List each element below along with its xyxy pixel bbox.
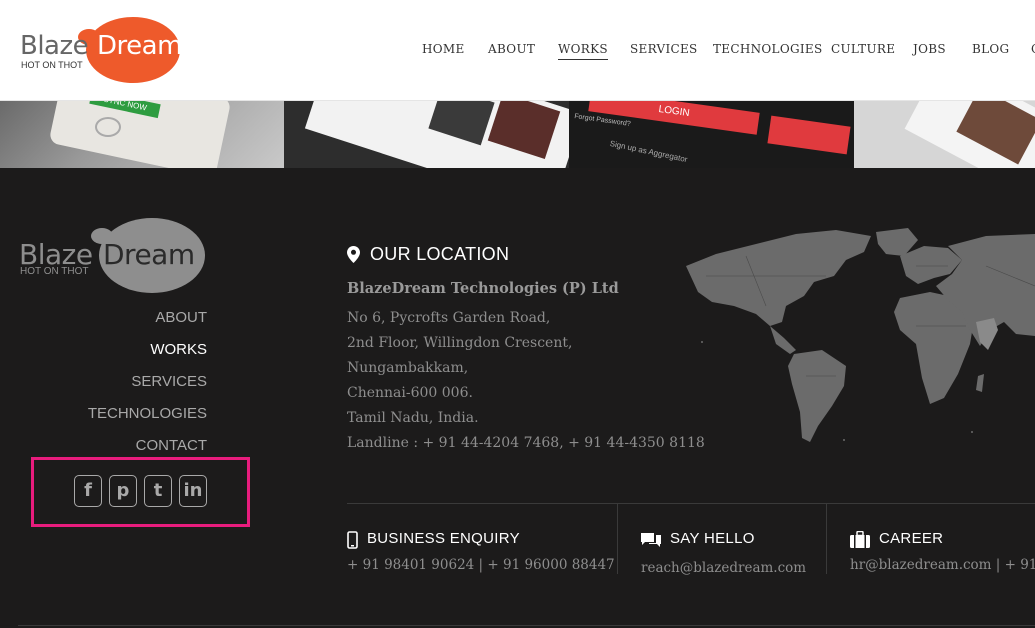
nav-jobs[interactable]: JOBS: [913, 42, 946, 56]
twitter-icon[interactable]: t: [144, 475, 172, 507]
footer-nav-about[interactable]: ABOUT: [40, 308, 207, 340]
footer-nav-works[interactable]: WORKS: [40, 340, 207, 372]
logo-word-blaze: Blaze: [20, 31, 89, 61]
work-thumbnail-aggregator-app[interactable]: LOGIN Forgot Password? Sign up as Aggreg…: [569, 101, 854, 168]
red-panel-image: [767, 115, 851, 155]
career-contact[interactable]: hr@blazedream.com | + 91 44: [850, 557, 1035, 573]
site-header: Blaze Dream HOT ON THOT HOME ABOUT WORKS…: [0, 0, 1035, 101]
logo-word-dream: Dream: [97, 31, 182, 61]
landline-line: Landline : + 91 44-4204 7468, + 91 44-43…: [347, 435, 705, 451]
facebook-glyph: f: [84, 480, 92, 501]
work-thumbnail-device[interactable]: [854, 101, 1035, 168]
signup-label: Sign up as Aggregator: [608, 138, 689, 165]
nav-contact-partial[interactable]: C: [1031, 42, 1035, 56]
pinterest-icon[interactable]: p: [109, 475, 137, 507]
footer-nav-technologies[interactable]: TECHNOLOGIES: [40, 404, 207, 436]
chat-bubbles-icon: [641, 533, 661, 547]
nav-blog[interactable]: BLOG: [972, 42, 1009, 56]
column-separator: [617, 504, 618, 574]
social-highlight-box: [31, 457, 250, 527]
nav-home[interactable]: HOME: [422, 42, 465, 56]
world-map: [686, 228, 1035, 442]
logo-tagline: HOT ON THOT: [21, 60, 83, 70]
career-label: CAREER: [879, 530, 944, 547]
mobile-phone-icon: [347, 531, 358, 549]
pinterest-glyph: p: [116, 480, 130, 501]
nav-services[interactable]: SERVICES: [630, 42, 698, 56]
work-thumbnail-sync-app[interactable]: SYNC NOW: [0, 101, 284, 168]
linkedin-glyph: in: [183, 480, 203, 501]
nav-culture[interactable]: CULTURE: [831, 42, 895, 56]
company-name: BlazeDream Technologies (P) Ltd: [347, 280, 619, 297]
footer-logo-tagline: HOT ON THOT: [20, 266, 89, 277]
say-hello-label: SAY HELLO: [670, 530, 755, 547]
twitter-glyph: t: [153, 480, 163, 501]
address-line: Chennai-600 006.: [347, 385, 473, 401]
works-image-strip: SYNC NOW LOGIN Forgot Password? Sign up …: [0, 101, 1035, 168]
footer-bottom-rule: [18, 625, 1035, 626]
contact-divider: [347, 503, 1035, 504]
footer-logo[interactable]: Blaze Dream HOT ON THOT: [19, 218, 209, 294]
location-heading-label: OUR LOCATION: [370, 244, 510, 264]
briefcase-icon: [850, 531, 870, 548]
facebook-icon[interactable]: f: [74, 475, 102, 507]
address-line: Nungambakkam,: [347, 360, 469, 376]
nav-works[interactable]: WORKS: [558, 42, 608, 60]
address-line: No 6, Pycrofts Garden Road,: [347, 310, 551, 326]
work-thumbnail-gallery-app[interactable]: [284, 101, 569, 168]
nav-technologies[interactable]: TECHNOLOGIES: [713, 42, 822, 56]
footer-nav: ABOUT WORKS SERVICES TECHNOLOGIES CONTAC…: [40, 308, 207, 468]
site-logo[interactable]: Blaze Dream HOT ON THOT: [20, 17, 182, 83]
footer-nav-services[interactable]: SERVICES: [40, 372, 207, 404]
linkedin-icon[interactable]: in: [179, 475, 207, 507]
address-line: 2nd Floor, Willingdon Crescent,: [347, 335, 573, 351]
footer-logo-word-dream: Dream: [103, 238, 195, 271]
location-pin-icon: [347, 246, 360, 263]
column-separator: [826, 504, 827, 574]
say-hello-email[interactable]: reach@blazedream.com: [641, 560, 806, 576]
business-enquiry-phones[interactable]: + 91 98401 90624 | + 91 96000 88447: [347, 557, 615, 573]
nav-about[interactable]: ABOUT: [488, 42, 535, 56]
address-block: No 6, Pycrofts Garden Road, 2nd Floor, W…: [347, 309, 705, 459]
home-button-image: [95, 117, 121, 137]
business-enquiry-label: BUSINESS ENQUIRY: [367, 530, 520, 547]
address-line: Tamil Nadu, India.: [347, 410, 479, 426]
